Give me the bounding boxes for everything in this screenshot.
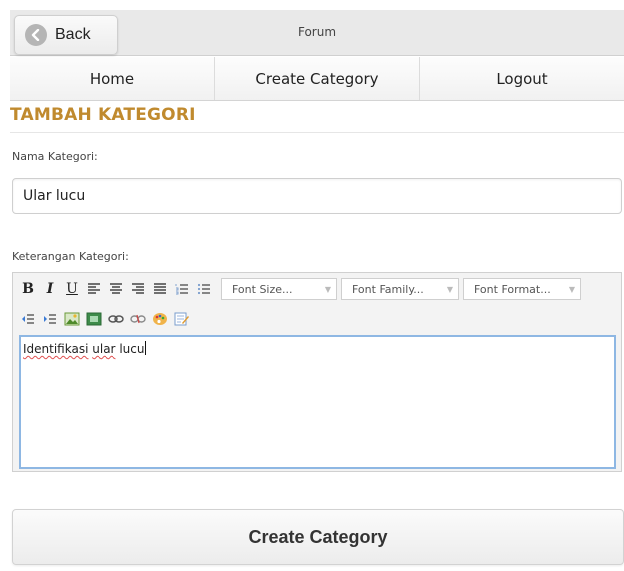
editor-word-3: lucu bbox=[119, 342, 145, 356]
page-title: Forum bbox=[297, 25, 337, 39]
unlink-icon[interactable] bbox=[129, 310, 147, 328]
color-palette-icon[interactable] bbox=[151, 310, 169, 328]
align-justify-icon[interactable] bbox=[151, 280, 169, 298]
font-size-select-label: Font Size... bbox=[232, 282, 293, 296]
edit-source-icon[interactable] bbox=[173, 310, 191, 328]
indent-icon[interactable] bbox=[41, 310, 59, 328]
underline-button[interactable]: U bbox=[63, 280, 81, 298]
font-family-select[interactable]: Font Family... ▼ bbox=[341, 278, 459, 300]
unordered-list-icon[interactable] bbox=[195, 280, 213, 298]
editor-toolbar-row-1: B I U Font Size... ▼ Font Family... ▼ Fo… bbox=[13, 276, 621, 302]
nav-create-category[interactable]: Create Category bbox=[215, 57, 420, 100]
editor-toolbar-row-2 bbox=[13, 306, 621, 332]
align-center-icon[interactable] bbox=[107, 280, 125, 298]
section-heading: TAMBAH KATEGORI bbox=[10, 105, 196, 125]
rich-text-editor: B I U Font Size... ▼ Font Family... ▼ Fo… bbox=[12, 272, 622, 472]
description-label: Keterangan Kategori: bbox=[12, 250, 129, 263]
font-family-select-label: Font Family... bbox=[352, 282, 424, 296]
insert-media-icon[interactable] bbox=[85, 310, 103, 328]
header-bar: Back Forum bbox=[10, 10, 624, 56]
create-category-button[interactable]: Create Category bbox=[12, 509, 624, 565]
text-caret bbox=[145, 341, 147, 355]
font-format-select[interactable]: Font Format... ▼ bbox=[463, 278, 581, 300]
nav-logout[interactable]: Logout bbox=[420, 57, 624, 100]
outdent-icon[interactable] bbox=[19, 310, 37, 328]
link-icon[interactable] bbox=[107, 310, 125, 328]
insert-image-icon[interactable] bbox=[63, 310, 81, 328]
editor-word-1: Identifikasi bbox=[23, 342, 89, 356]
font-size-select[interactable]: Font Size... ▼ bbox=[221, 278, 337, 300]
nav-bar: Home Create Category Logout bbox=[10, 57, 624, 101]
align-right-icon[interactable] bbox=[129, 280, 147, 298]
italic-button[interactable]: I bbox=[41, 280, 59, 298]
description-editor-area[interactable]: Identifikasi ular lucu bbox=[19, 335, 616, 469]
chevron-down-icon: ▼ bbox=[324, 284, 331, 294]
description-text: Identifikasi ular lucu bbox=[23, 341, 147, 356]
editor-word-2: ular bbox=[92, 342, 116, 356]
heading-divider bbox=[10, 132, 624, 133]
font-format-select-label: Font Format... bbox=[474, 282, 551, 296]
category-name-input[interactable] bbox=[12, 178, 622, 214]
chevron-down-icon: ▼ bbox=[568, 284, 575, 294]
bold-button[interactable]: B bbox=[19, 280, 37, 298]
align-left-icon[interactable] bbox=[85, 280, 103, 298]
name-label: Nama Kategori: bbox=[12, 150, 98, 163]
ordered-list-icon[interactable] bbox=[173, 280, 191, 298]
chevron-down-icon: ▼ bbox=[446, 284, 453, 294]
nav-home[interactable]: Home bbox=[10, 57, 215, 100]
